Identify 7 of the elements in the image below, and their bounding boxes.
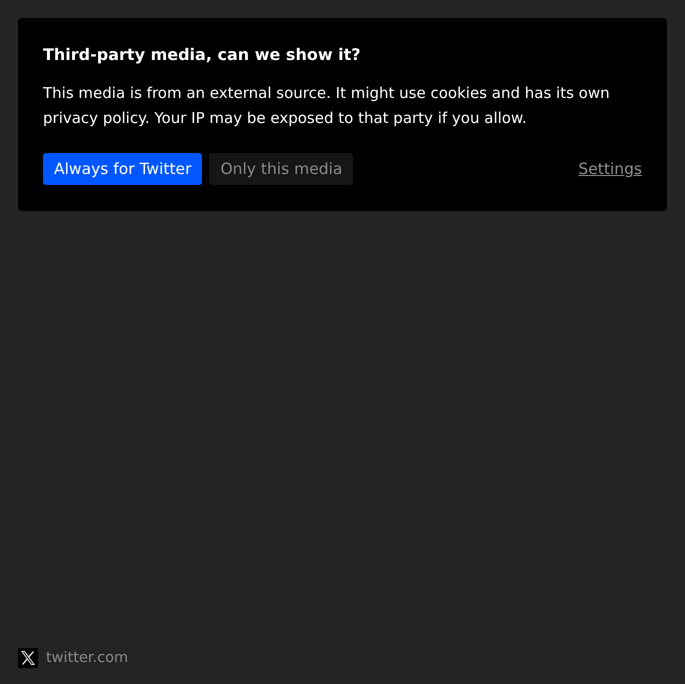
settings-link[interactable]: Settings (578, 160, 642, 178)
source-domain: twitter.com (46, 650, 128, 666)
consent-title: Third-party media, can we show it? (43, 45, 362, 64)
allow-once-button[interactable]: Only this media (209, 153, 354, 185)
consent-message: This media is from an external source. It might use cookies and has its own privacy policy. Your IP may be exposed to that party if you allow. (43, 83, 611, 129)
always-allow-button[interactable]: Always for Twitter (43, 153, 202, 185)
logo-icon (18, 648, 38, 668)
